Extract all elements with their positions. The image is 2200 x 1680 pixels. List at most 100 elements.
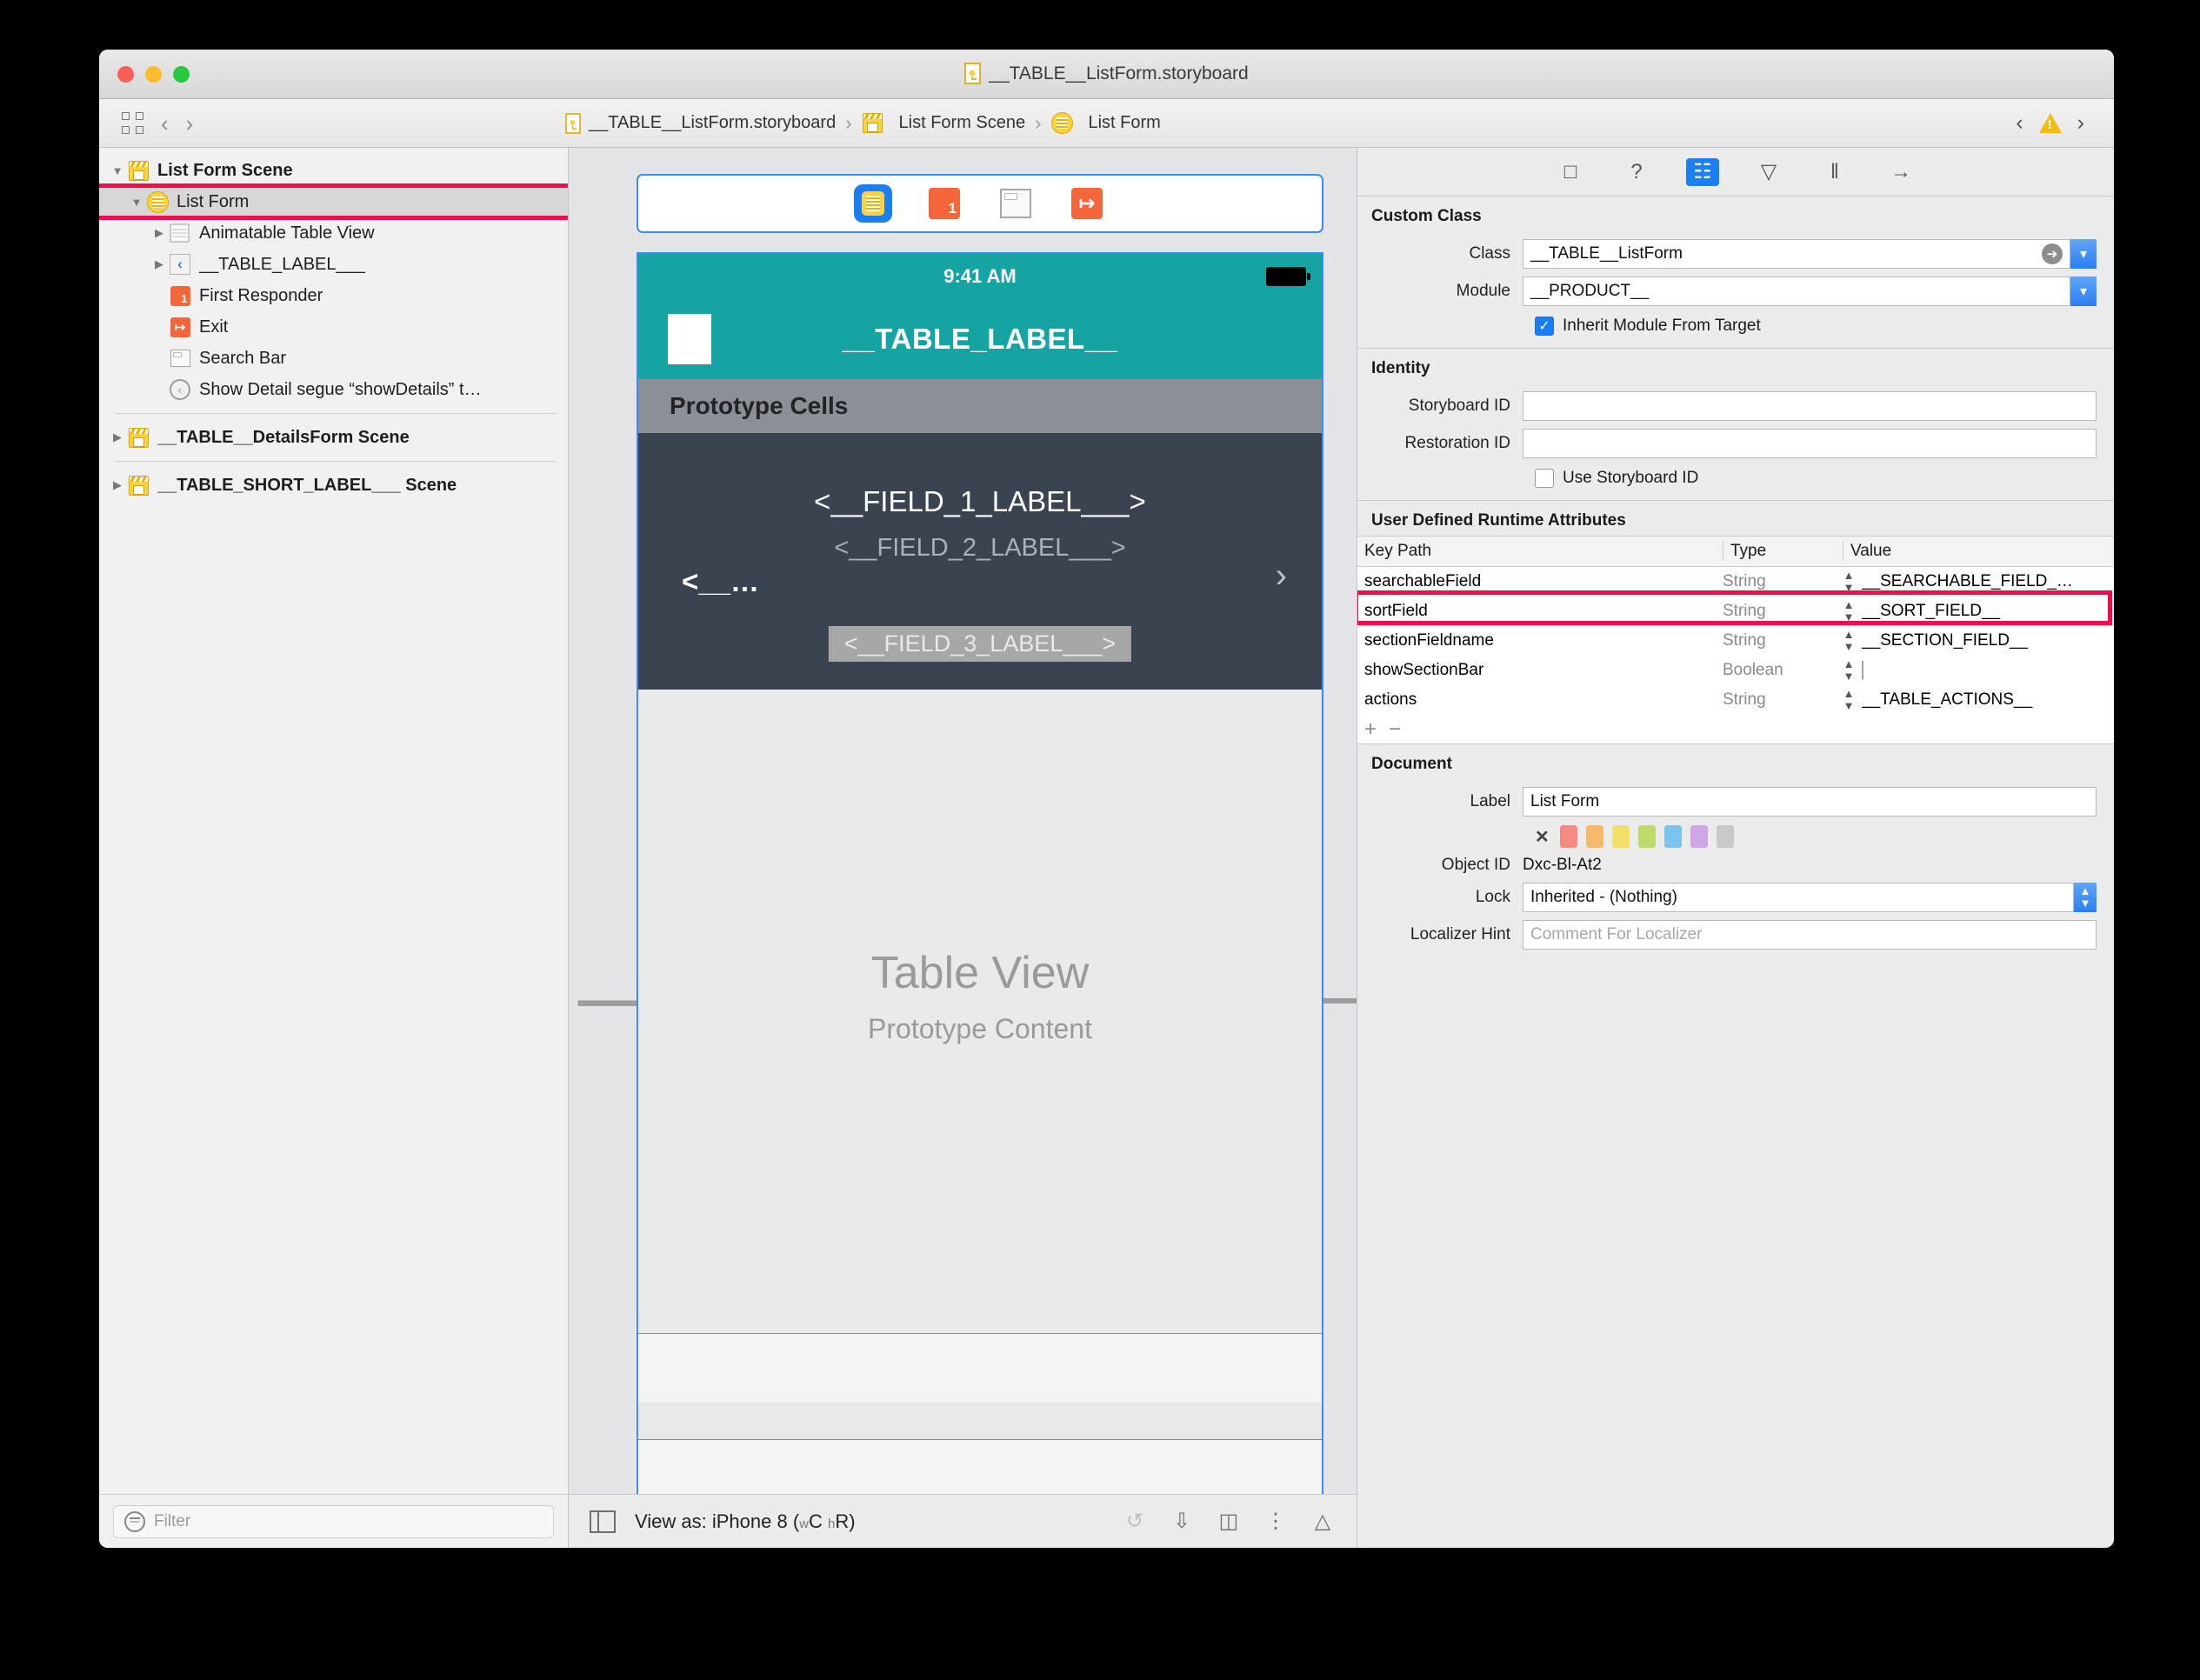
type-cell: String <box>1723 602 1766 620</box>
outline-row-first-responder[interactable]: 1 First Responder <box>99 280 568 311</box>
use-storyboard-id-row[interactable]: Use Storyboard ID <box>1535 469 2114 488</box>
iphone-preview[interactable]: 9:41 AM __TABLE_LABEL__ Prototype Cells … <box>637 252 1323 1494</box>
table-row[interactable]: sectionFieldname String ▲ ▼ __SECTION_FIE… <box>1357 626 2114 656</box>
breadcrumb-item-scene[interactable]: List Form Scene <box>862 112 1025 135</box>
breadcrumb-label: __TABLE__ListForm.storyboard <box>589 113 837 132</box>
value-cell: __SORT_FIELD__ <box>1862 602 2001 620</box>
key-path-cell: showSectionBar <box>1364 661 1484 679</box>
outline-row-label: Search Bar <box>199 348 287 368</box>
embed-in-icon[interactable]: ⇩ <box>1169 1509 1195 1535</box>
connections-inspector-icon[interactable]: → <box>1884 158 1917 186</box>
restoration-id-input[interactable] <box>1523 429 2097 458</box>
traffic-lights <box>117 65 190 83</box>
editor-layout-icon[interactable] <box>122 112 143 134</box>
add-attribute-button[interactable]: + <box>1364 717 1377 742</box>
disclosure-triangle-icon[interactable]: ▼ <box>127 196 146 209</box>
disclosure-triangle-icon[interactable]: ▶ <box>108 430 127 444</box>
disclosure-triangle-icon[interactable]: ▶ <box>150 226 169 240</box>
outline-row-label: __TABLE__DetailsForm Scene <box>157 427 410 447</box>
use-storyboard-id-checkbox[interactable] <box>1535 469 1554 488</box>
color-swatch-yellow[interactable] <box>1611 825 1630 848</box>
first-responder-icon[interactable]: 1 <box>924 183 964 223</box>
type-stepper-icon[interactable]: ▲ ▼ <box>1836 570 1862 593</box>
color-swatch-blue[interactable] <box>1663 825 1682 848</box>
table-row[interactable]: actions String ▲ ▼ __TABLE_ACTIONS__ <box>1357 685 2114 715</box>
type-stepper-icon[interactable]: ▲ ▼ <box>1836 599 1862 623</box>
outline-row-segue[interactable]: ‹ Show Detail segue “showDetails” t… <box>99 374 568 405</box>
runtime-attributes-section: User Defined Runtime Attributes Key Path… <box>1357 501 2114 744</box>
module-dropdown-button[interactable]: ▾ <box>2070 277 2097 306</box>
toggle-document-outline-icon[interactable] <box>590 1510 616 1533</box>
breadcrumb-item-list-form[interactable]: List Form <box>1050 112 1161 135</box>
outline-row-label: Show Detail segue “showDetails” t… <box>199 379 482 399</box>
minimize-button[interactable] <box>145 65 162 83</box>
class-input[interactable]: __TABLE__ListForm ➔ <box>1523 239 2070 269</box>
clear-color-icon[interactable]: ✕ <box>1535 826 1550 848</box>
status-time: 9:41 AM <box>943 265 1017 287</box>
window-title: __TABLE__ListForm.storyboard <box>989 63 1249 83</box>
outline-row-search-bar[interactable]: Search Bar <box>99 343 568 374</box>
label-input[interactable]: List Form <box>1523 787 2097 817</box>
prototype-cell[interactable]: <__FIELD_1_LABEL___> <__FIELD_2_LABEL___… <box>638 433 1322 690</box>
localizer-hint-input[interactable]: Comment For Localizer <box>1523 920 2097 950</box>
outline-row-list-form[interactable]: ▼ List Form <box>99 186 568 217</box>
view-controller-icon[interactable] <box>853 183 893 223</box>
next-issue-icon[interactable]: › <box>2077 112 2084 134</box>
nav-back-icon[interactable]: ‹ <box>161 112 169 135</box>
type-stepper-icon[interactable]: ▲ ▼ <box>1836 658 1862 682</box>
zoom-button[interactable] <box>173 65 190 83</box>
storyboard-canvas[interactable]: ⟶ 1 ↦ 9:41 AM __TABLE_LABEL__ Prototype … <box>569 148 1357 1494</box>
outline-row-short-label-scene[interactable]: ▶ __TABLE_SHORT_LABEL___ Scene <box>99 470 568 501</box>
inherit-module-checkbox[interactable]: ✓ <box>1535 317 1554 336</box>
inherit-module-row[interactable]: ✓ Inherit Module From Target <box>1535 317 2114 336</box>
storyboard-id-input[interactable] <box>1523 391 2097 421</box>
close-button[interactable] <box>117 65 134 83</box>
type-stepper-icon[interactable]: ▲ ▼ <box>1836 629 1862 652</box>
table-row[interactable]: searchableField String ▲ ▼ __SEARCHABLE_F… <box>1357 567 2114 597</box>
disclosure-triangle-icon[interactable]: ▼ <box>108 164 127 177</box>
identity-inspector-icon[interactable]: ☷ <box>1686 157 1719 186</box>
quick-help-icon[interactable]: ? <box>1620 158 1653 186</box>
color-swatch-green[interactable] <box>1637 825 1656 848</box>
jump-to-definition-icon[interactable]: ➔ <box>2042 243 2063 264</box>
table-row[interactable]: showSectionBar Boolean ▲ ▼ <box>1357 656 2114 685</box>
nav-forward-icon[interactable]: › <box>186 112 194 135</box>
type-stepper-icon[interactable]: ▲ ▼ <box>1836 688 1862 711</box>
outline-row-animatable-table-view[interactable]: ▶ Animatable Table View <box>99 217 568 249</box>
disclosure-triangle-icon[interactable]: ▶ <box>150 257 169 271</box>
update-frames-icon[interactable]: ↺ <box>1122 1509 1148 1535</box>
outline-row-table-label[interactable]: ▶ ‹ __TABLE_LABEL___ <box>99 249 568 280</box>
color-swatch-orange[interactable] <box>1585 825 1603 848</box>
color-swatch-purple[interactable] <box>1690 825 1708 848</box>
attributes-inspector-icon[interactable]: ▽ <box>1752 158 1785 186</box>
pin-icon[interactable]: ⋮ <box>1263 1509 1289 1535</box>
align-icon[interactable]: ◫ <box>1216 1509 1242 1535</box>
warning-icon[interactable] <box>2038 113 2062 133</box>
label-field-row: Label List Form <box>1357 787 2097 817</box>
outline-row-details-form-scene[interactable]: ▶ __TABLE__DetailsForm Scene <box>99 422 568 453</box>
module-input[interactable]: __PRODUCT__ <box>1523 277 2070 306</box>
breadcrumb-item-storyboard[interactable]: __TABLE__ListForm.storyboard <box>565 112 837 134</box>
storyboard-id-label: Storyboard ID <box>1408 397 1510 415</box>
window-icon[interactable] <box>996 183 1036 223</box>
color-swatch-red[interactable] <box>1559 825 1577 848</box>
boolean-checkbox[interactable] <box>1862 661 1863 680</box>
disclosure-triangle-icon[interactable]: ▶ <box>108 478 127 492</box>
previous-issue-icon[interactable]: ‹ <box>2016 112 2023 134</box>
resolve-issues-icon[interactable]: △ <box>1310 1509 1336 1535</box>
outline-row-exit[interactable]: ↦ Exit <box>99 311 568 343</box>
class-dropdown-button[interactable]: ▾ <box>2070 239 2097 269</box>
file-inspector-icon[interactable]: □ <box>1554 158 1587 186</box>
lock-stepper-icon[interactable]: ▲ ▼ <box>2074 883 2097 912</box>
size-inspector-icon[interactable]: ‖ <box>1818 158 1851 186</box>
value-cell: __SEARCHABLE_FIELD_… <box>1862 572 2073 590</box>
table-row[interactable]: sortField String ▲ ▼ __SORT_FIELD__ <box>1357 597 2114 626</box>
lock-select[interactable]: Inherited - (Nothing) <box>1523 883 2074 912</box>
outline-row-list-form-scene[interactable]: ▼ List Form Scene <box>99 155 568 186</box>
exit-icon[interactable]: ↦ <box>1067 183 1107 223</box>
filter-input[interactable]: Filter <box>113 1504 554 1538</box>
view-as-label[interactable]: View as: iPhone 8 (wC hR) <box>635 1510 856 1533</box>
module-field-row: Module __PRODUCT__ ▾ <box>1357 277 2097 306</box>
color-swatch-gray[interactable] <box>1716 825 1734 848</box>
remove-attribute-button[interactable]: − <box>1389 717 1401 742</box>
